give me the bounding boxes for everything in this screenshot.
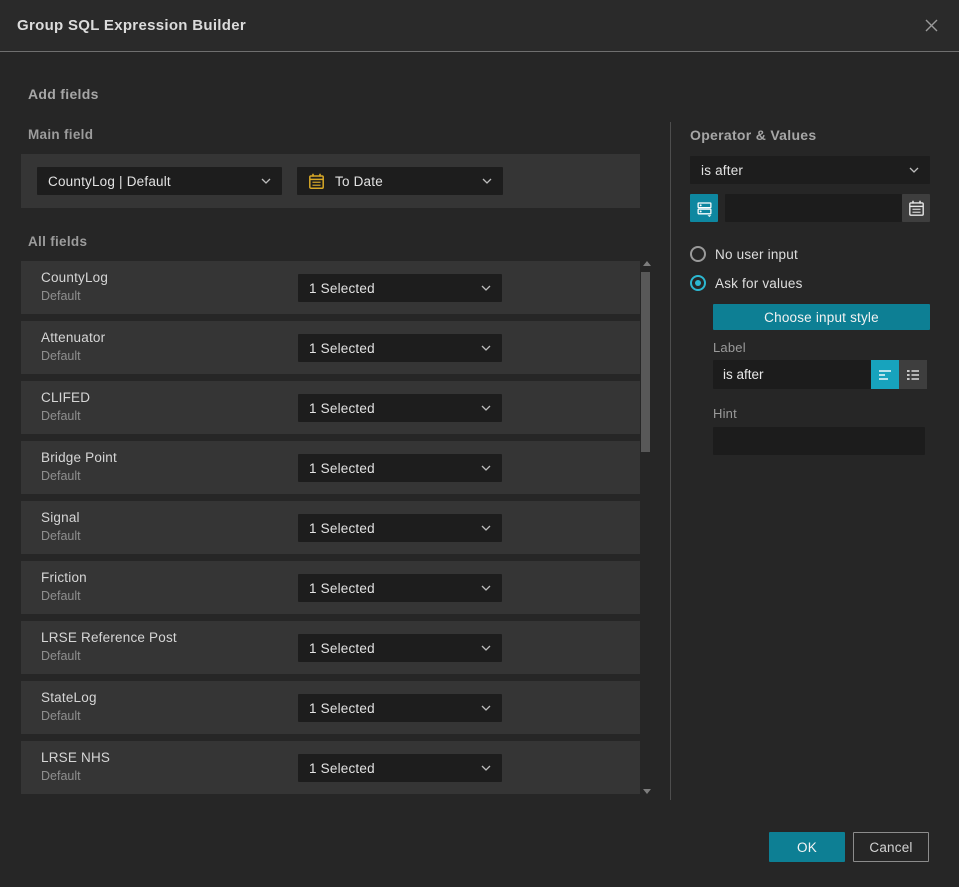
value-input[interactable] [725,194,902,222]
close-icon[interactable] [920,15,942,37]
hint-input[interactable] [713,427,925,455]
cancel-button[interactable]: Cancel [853,832,929,862]
stacked-values-icon [696,201,712,217]
operator-values-panel: Operator & Values is after No user input… [690,127,930,455]
chevron-down-icon [481,585,491,591]
field-row-lrse-reference-post: LRSE Reference Post Default 1 Selected [21,621,640,674]
select-value: To Date [335,173,383,189]
field-row-clifed: CLIFED Default 1 Selected [21,381,640,434]
radio-icon [690,246,706,262]
group-sql-expression-builder-dialog: Group SQL Expression Builder Add fields … [0,0,959,887]
label-input[interactable] [713,360,871,389]
radio-ask-for-values[interactable]: Ask for values [690,275,930,291]
label-caption: Label [713,340,746,355]
chevron-down-icon [481,525,491,531]
chevron-down-icon [909,167,919,173]
chevron-down-icon [481,465,491,471]
label-row [713,360,930,389]
field-selection-dropdown[interactable]: 1 Selected [298,334,502,362]
column-divider [670,122,671,800]
field-row-countylog: CountyLog Default 1 Selected [21,261,640,314]
chevron-down-icon [481,705,491,711]
scroll-down-arrow-icon[interactable] [643,789,651,794]
main-field-date-select[interactable]: To Date [297,167,503,195]
main-field-label: Main field [28,127,94,142]
scrollbar-thumb[interactable] [641,272,650,452]
operator-values-heading: Operator & Values [690,127,817,143]
date-picker-button[interactable] [902,194,930,222]
unique-values-button[interactable] [690,194,718,222]
field-row-signal: Signal Default 1 Selected [21,501,640,554]
field-selection-dropdown[interactable]: 1 Selected [298,694,502,722]
field-selection-dropdown[interactable]: 1 Selected [298,394,502,422]
value-entry-row [690,194,930,222]
choose-input-style-button[interactable]: Choose input style [713,304,930,330]
field-selection-dropdown[interactable]: 1 Selected [298,634,502,662]
select-value: CountyLog | Default [48,173,171,189]
fields-column: Main field CountyLog | Default To Date A… [21,127,640,801]
fields-scrollbar[interactable] [640,253,653,798]
dialog-footer: OK Cancel [769,832,929,862]
hint-caption: Hint [713,406,737,421]
main-field-panel: CountyLog | Default To Date [21,154,640,208]
radio-icon [690,275,706,291]
calendar-icon [309,173,324,189]
chevron-down-icon [261,178,271,184]
field-selection-dropdown[interactable]: 1 Selected [298,574,502,602]
field-selection-dropdown[interactable]: 1 Selected [298,454,502,482]
single-line-style-button[interactable] [871,360,899,389]
field-selection-dropdown[interactable]: 1 Selected [298,514,502,542]
radio-no-user-input[interactable]: No user input [690,246,930,262]
calendar-icon [908,200,924,216]
chevron-down-icon [481,345,491,351]
chevron-down-icon [481,405,491,411]
input-mode-radios: No user input Ask for values [690,246,930,291]
field-row-lrse-nhs: LRSE NHS Default 1 Selected [21,741,640,794]
all-fields-list: CountyLog Default 1 Selected Attenuator … [21,261,640,794]
ok-button[interactable]: OK [769,832,845,862]
scroll-up-arrow-icon[interactable] [643,261,651,266]
align-left-icon [879,369,891,380]
field-row-friction: Friction Default 1 Selected [21,561,640,614]
chevron-down-icon [481,285,491,291]
field-row-statelog: StateLog Default 1 Selected [21,681,640,734]
dialog-title: Group SQL Expression Builder [17,17,246,34]
all-fields-label: All fields [28,234,88,249]
titlebar: Group SQL Expression Builder [0,0,959,52]
main-field-source-select[interactable]: CountyLog | Default [37,167,282,195]
chevron-down-icon [481,765,491,771]
field-row-bridge-point: Bridge Point Default 1 Selected [21,441,640,494]
add-fields-heading: Add fields [28,86,99,102]
list-style-button[interactable] [899,360,927,389]
field-selection-dropdown[interactable]: 1 Selected [298,274,502,302]
chevron-down-icon [481,645,491,651]
chevron-down-icon [482,178,492,184]
field-selection-dropdown[interactable]: 1 Selected [298,754,502,782]
bulleted-list-icon [907,369,919,380]
operator-select[interactable]: is after [690,156,930,184]
field-row-attenuator: Attenuator Default 1 Selected [21,321,640,374]
